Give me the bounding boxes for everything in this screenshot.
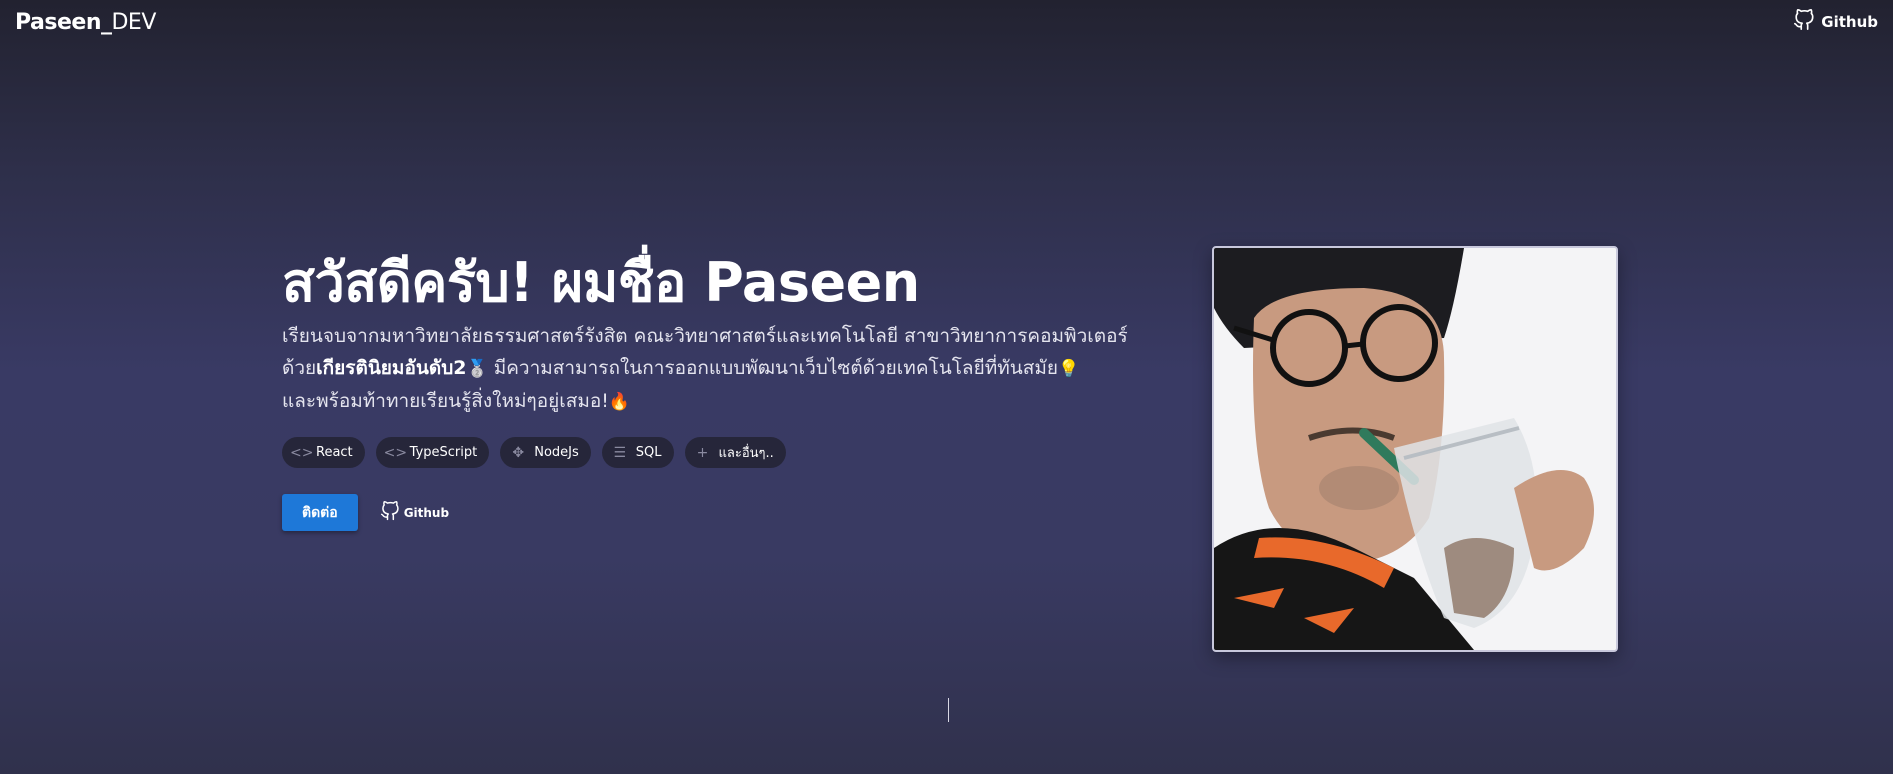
github-icon [1793, 9, 1815, 35]
desc-line-2: ด้วยเกียรตินิยมอันดับ2🥈 มีความสามารถในกา… [282, 352, 1162, 385]
github-icon [380, 501, 400, 524]
code-icon: <> [290, 444, 314, 461]
desc-line-3: และพร้อมท้าทายเรียนรู้สิ่งใหม่ๆอยู่เสมอ!… [282, 385, 1162, 418]
header-github-label: Github [1821, 13, 1878, 31]
hero-description: เรียนจบจากมหาวิทยาลัยธรรมศาสตร์รังสิต คณ… [282, 320, 1162, 418]
fire-icon: 🔥 [608, 392, 631, 412]
github-button-label: Github [403, 505, 450, 520]
skill-chip-label: NodeJs [534, 445, 579, 460]
move-icon: ✥ [512, 444, 525, 461]
site-logo[interactable]: Paseen_DEV [15, 10, 156, 35]
github-button[interactable]: Github [380, 501, 449, 524]
skill-chip-react[interactable]: <> React [282, 437, 365, 468]
hero-actions: ติดต่อ Github [282, 494, 1162, 531]
lightbulb-icon: 💡 [1058, 359, 1080, 379]
top-navbar: Paseen_DEV Github [0, 0, 1893, 48]
desc-line-3-text: และพร้อมท้าทายเรียนรู้สิ่งใหม่ๆอยู่เสมอ! [282, 390, 609, 412]
skill-chip-label: TypeScript [409, 445, 478, 460]
desc-line-1: เรียนจบจากมหาวิทยาลัยธรรมศาสตร์รังสิต คณ… [282, 325, 1128, 347]
silver-medal-icon: 🥈 [466, 359, 488, 379]
profile-photo [1212, 246, 1618, 652]
logo-bold-text: Paseen_ [15, 10, 112, 35]
skill-chip-label: และอื่นๆ.. [718, 446, 774, 461]
scroll-indicator [948, 698, 949, 722]
desc-line-2-rest: มีความสามารถในการออกแบบพัฒนาเว็บไซต์ด้วย… [487, 357, 1058, 379]
skill-chip-typescript[interactable]: <> TypeScript [375, 437, 490, 468]
list-icon: ☰ [613, 444, 627, 461]
hero-title: สวัสดีครับ! ผมชื่อ Paseen [282, 251, 920, 314]
profile-photo-illustration [1214, 248, 1616, 650]
skill-chip-label: SQL [635, 445, 662, 460]
skill-chips: <> React <> TypeScript ✥ NodeJs ☰ SQL + … [282, 437, 1162, 468]
code-icon: <> [383, 444, 408, 461]
skill-chip-nodejs[interactable]: ✥ NodeJs [500, 437, 591, 468]
header-github-link[interactable]: Github [1793, 9, 1878, 35]
desc-line-2-prefix: ด้วย [282, 357, 317, 379]
skill-chip-label: React [316, 445, 353, 460]
plus-icon: + [696, 444, 709, 461]
logo-thin-text: DEV [111, 10, 156, 35]
contact-button[interactable]: ติดต่อ [282, 494, 358, 531]
skill-chip-sql[interactable]: ☰ SQL [601, 437, 674, 468]
hero-section: สวัสดีครับ! ผมชื่อ Paseen เรียนจบจากมหาว… [282, 248, 1162, 531]
skill-chip-more[interactable]: + และอื่นๆ.. [684, 437, 786, 468]
honors-text: เกียรตินิยมอันดับ2 [316, 357, 467, 379]
